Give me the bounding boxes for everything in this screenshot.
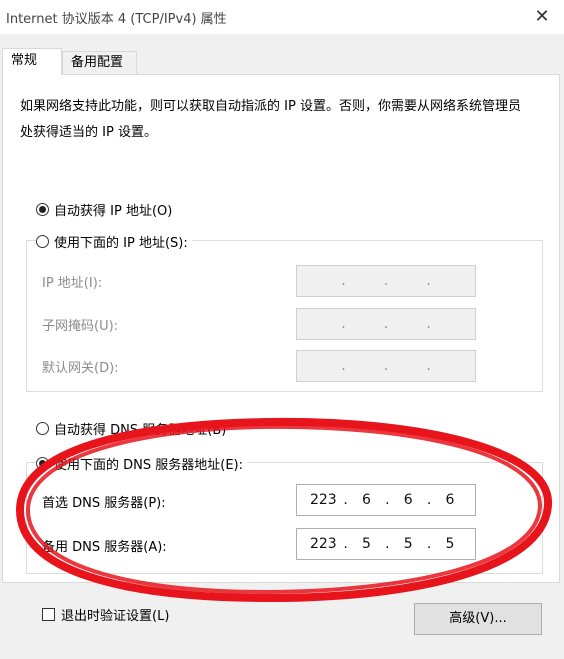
auto-ip-radio[interactable]: 自动获得 IP 地址(O)	[36, 200, 177, 219]
octet: 6	[445, 492, 455, 508]
title-bar: Internet 协议版本 4 (TCP/IPv4) 属性 ✕	[0, 0, 564, 34]
radio-selected-icon	[36, 457, 49, 470]
preferred-dns-field[interactable]: 223. 6. 6. 6	[296, 484, 476, 516]
octet: 6	[361, 492, 371, 508]
default-gateway-label: 默认网关(D):	[42, 361, 119, 376]
validate-settings-label: 退出时验证设置(L)	[61, 609, 170, 624]
tab-alternate-config[interactable]: 备用配置	[62, 51, 137, 74]
validate-settings-checkbox[interactable]: 退出时验证设置(L)	[42, 605, 169, 624]
close-icon[interactable]: ✕	[520, 0, 564, 34]
octet: 223	[309, 492, 337, 508]
subnet-mask-label: 子网掩码(U):	[42, 319, 119, 334]
auto-dns-label: 自动获得 DNS 服务器地址(B)	[54, 423, 227, 438]
octet: 5	[361, 536, 371, 552]
window-title: Internet 协议版本 4 (TCP/IPv4) 属性	[6, 12, 227, 27]
tab-general[interactable]: 常规	[2, 48, 62, 75]
octet: 6	[403, 492, 413, 508]
default-gateway-field: . . .	[296, 350, 476, 382]
alternate-dns-field[interactable]: 223. 5. 5. 5	[296, 528, 476, 560]
manual-ip-label: 使用下面的 IP 地址(S):	[54, 236, 188, 251]
advanced-button[interactable]: 高级(V)...	[414, 603, 542, 635]
manual-dns-label: 使用下面的 DNS 服务器地址(E):	[54, 458, 243, 473]
ip-address-label: IP 地址(I):	[42, 276, 103, 291]
octet: 5	[445, 536, 455, 552]
manual-dns-radio[interactable]: 使用下面的 DNS 服务器地址(E):	[36, 454, 247, 473]
auto-dns-radio[interactable]: 自动获得 DNS 服务器地址(B)	[36, 419, 231, 438]
manual-ip-radio[interactable]: 使用下面的 IP 地址(S):	[36, 232, 192, 251]
description-text: 如果网络支持此功能，则可以获取自动指派的 IP 设置。否则，你需要从网络系统管理…	[20, 99, 521, 140]
radio-unselected-icon	[36, 422, 49, 435]
ip-address-field: . . .	[296, 265, 476, 297]
radio-selected-icon	[36, 203, 49, 216]
auto-ip-label: 自动获得 IP 地址(O)	[54, 204, 173, 219]
preferred-dns-label: 首选 DNS 服务器(P):	[42, 496, 166, 511]
subnet-mask-field: . . .	[296, 308, 476, 340]
octet: 5	[403, 536, 413, 552]
octet: 223	[309, 536, 337, 552]
alternate-dns-label: 备用 DNS 服务器(A):	[42, 540, 167, 555]
checkbox-icon	[42, 608, 55, 621]
radio-unselected-icon	[36, 235, 49, 248]
